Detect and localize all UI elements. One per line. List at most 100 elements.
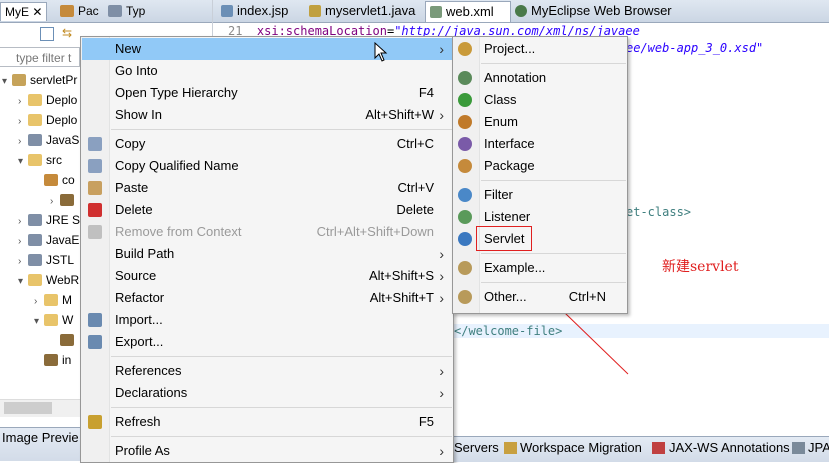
interface-icon	[458, 137, 472, 151]
expand-down-icon[interactable]: ▾	[34, 312, 44, 332]
workspace-migration-icon	[504, 442, 517, 454]
xml-file-icon	[430, 6, 442, 18]
menu-item-label: References	[115, 363, 182, 378]
expand-down-icon[interactable]: ▾	[2, 72, 12, 92]
submenu-item-label: Filter	[484, 187, 513, 202]
menu-item-copy-qualified-name[interactable]: Copy Qualified Name	[82, 155, 452, 177]
tree-item[interactable]: co	[34, 170, 75, 190]
tree-item[interactable]: ▾ WebR	[18, 270, 79, 290]
class-icon	[458, 93, 472, 107]
tab-workspace-migration[interactable]: Workspace Migration	[520, 440, 642, 455]
menu-separator	[111, 356, 452, 357]
submenu-separator	[481, 63, 626, 64]
submenu-item-package[interactable]: Package	[454, 155, 626, 177]
tree-item[interactable]: › JRE S	[18, 210, 80, 230]
tree-item[interactable]: › JSTL	[18, 250, 74, 270]
tree-item[interactable]: › Deplo	[18, 110, 77, 130]
menu-item-remove-from-context[interactable]: Remove from Context Ctrl+Alt+Shift+Down	[82, 221, 452, 243]
tree-item[interactable]: ▾ W	[34, 310, 73, 330]
tree-item-label: JRE S	[46, 213, 81, 227]
tab-image-preview[interactable]: Image Previe	[2, 430, 79, 445]
submenu-item-class[interactable]: Class	[454, 89, 626, 111]
menu-item-label: Refactor	[115, 290, 165, 305]
expand-down-icon[interactable]: ▾	[18, 272, 28, 292]
menu-item-go-into[interactable]: Go Into	[82, 60, 452, 82]
chevron-right-icon[interactable]: ›	[18, 252, 28, 272]
submenu-item-example[interactable]: Example...	[454, 257, 626, 279]
filter-input[interactable]: type filter t	[0, 47, 80, 67]
menu-item-show-in[interactable]: Show In Alt+Shift+W ›	[82, 104, 452, 126]
tab-myeclipse-explorer[interactable]: MyE ✕	[0, 2, 48, 21]
package-explorer-icon	[60, 5, 74, 17]
menu-item-shortcut: Alt+Shift+T	[369, 290, 434, 305]
expand-down-icon[interactable]: ▾	[18, 152, 28, 172]
submenu-item-interface[interactable]: Interface	[454, 133, 626, 155]
tree-item[interactable]: in	[34, 350, 71, 370]
submenu-item-listener[interactable]: Listener	[454, 206, 626, 228]
submenu-item-label: Project...	[484, 41, 536, 56]
submenu-item-annotation[interactable]: Annotation	[454, 67, 626, 89]
tree-item[interactable]: ›	[50, 190, 78, 210]
menu-item-copy[interactable]: Copy Ctrl+C	[82, 133, 452, 155]
menu-item-refresh[interactable]: Refresh F5	[82, 411, 452, 433]
tab-myservlet1-java[interactable]: myservlet1.java	[305, 1, 415, 21]
chevron-right-icon[interactable]: ›	[18, 232, 28, 252]
tab-package-explorer[interactable]: Pac	[56, 2, 103, 20]
tree-item[interactable]: ▾ servletPr	[2, 70, 77, 90]
menu-item-profile-as[interactable]: Profile As ›	[82, 440, 452, 462]
chevron-right-icon[interactable]: ›	[18, 112, 28, 132]
tab-servers[interactable]: Servers	[454, 440, 499, 455]
menu-item-open-type-hierarchy[interactable]: Open Type Hierarchy F4	[82, 82, 452, 104]
submenu-item-label: Class	[484, 92, 517, 107]
tree-node-icon	[28, 234, 42, 246]
menu-item-source[interactable]: Source Alt+Shift+S ›	[82, 265, 452, 287]
menu-item-shortcut: Ctrl+Alt+Shift+Down	[316, 224, 434, 239]
tree-item[interactable]: ▾ src	[18, 150, 62, 170]
menu-item-declarations[interactable]: Declarations ›	[82, 382, 452, 404]
menu-separator	[111, 436, 452, 437]
tab-jax-ws-annotations[interactable]: JAX-WS Annotations	[669, 440, 790, 455]
menu-item-refactor[interactable]: Refactor Alt+Shift+T ›	[82, 287, 452, 309]
link-editor-icon[interactable]: ⇆	[62, 26, 72, 40]
menu-item-references[interactable]: References ›	[82, 360, 452, 382]
menu-item-delete[interactable]: Delete Delete	[82, 199, 452, 221]
submenu-item-filter[interactable]: Filter	[454, 184, 626, 206]
tree-item[interactable]	[50, 330, 78, 350]
scrollbar-thumb[interactable]	[4, 402, 52, 414]
chevron-right-icon[interactable]: ›	[18, 132, 28, 152]
tab-jpa[interactable]: JPA	[808, 440, 829, 455]
menu-item-import[interactable]: Import...	[82, 309, 452, 331]
mouse-cursor-icon	[374, 42, 388, 62]
annotation-icon	[458, 71, 472, 85]
chevron-right-icon[interactable]: ›	[18, 212, 28, 232]
new-submenu: Project... Annotation Class Enum Interface Pa…	[452, 36, 628, 314]
tree-item-label: src	[46, 153, 62, 167]
submenu-arrow-icon: ›	[439, 107, 444, 123]
menu-item-new[interactable]: New ›	[82, 38, 452, 60]
tree-item[interactable]: › JavaS	[18, 130, 79, 150]
tab-index-jsp[interactable]: index.jsp	[217, 1, 288, 21]
menu-item-label: Copy	[115, 136, 146, 151]
menu-item-build-path[interactable]: Build Path ›	[82, 243, 452, 265]
close-icon[interactable]: ✕	[32, 5, 42, 19]
tree-item-label: in	[62, 353, 72, 367]
tab-web-xml[interactable]: web.xml	[425, 1, 511, 22]
submenu-item-project[interactable]: Project...	[454, 38, 626, 60]
menu-item-label: Profile As	[115, 443, 170, 458]
tree-item[interactable]: › JavaE	[18, 230, 79, 250]
chevron-right-icon[interactable]: ›	[50, 192, 60, 212]
collapse-all-icon[interactable]	[40, 27, 54, 41]
refresh-icon	[88, 415, 102, 429]
chevron-right-icon[interactable]: ›	[34, 292, 44, 312]
submenu-item-other[interactable]: Other... Ctrl+N	[454, 286, 626, 308]
menu-item-label: New	[115, 41, 142, 56]
tree-item[interactable]: › M	[34, 290, 72, 310]
submenu-separator	[481, 180, 626, 181]
chevron-right-icon[interactable]: ›	[18, 92, 28, 112]
tree-item[interactable]: › Deplo	[18, 90, 77, 110]
menu-item-paste[interactable]: Paste Ctrl+V	[82, 177, 452, 199]
tab-myeclipse-web-browser[interactable]: MyEclipse Web Browser	[511, 1, 672, 21]
menu-item-export[interactable]: Export...	[82, 331, 452, 353]
tab-type-hierarchy[interactable]: Typ	[104, 2, 149, 20]
submenu-item-enum[interactable]: Enum	[454, 111, 626, 133]
